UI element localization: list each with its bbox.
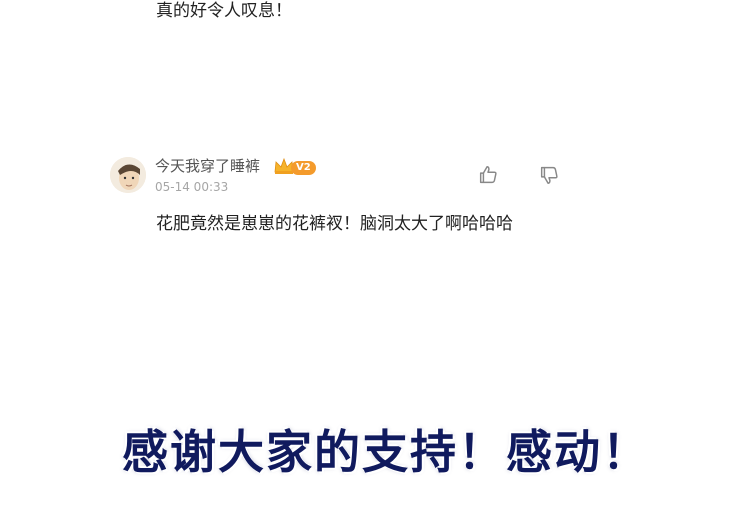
like-button[interactable] <box>477 164 499 186</box>
comment-body-text: 花肥竟然是崽崽的花裤衩！脑洞太大了啊哈哈哈 <box>156 214 513 234</box>
dislike-button[interactable] <box>538 164 560 186</box>
previous-comment-text: 真的好令人叹息！ <box>156 1 292 21</box>
user-avatar[interactable] <box>110 157 146 193</box>
thanks-banner-text: 感谢大家的支持！感动！ <box>122 425 650 479</box>
comment-item: 今天我穿了睡裤 V2 05-14 00:33 <box>110 155 580 200</box>
username[interactable]: 今天我穿了睡裤 <box>155 156 260 176</box>
comment-timestamp: 05-14 00:33 <box>155 180 229 194</box>
thumbs-up-icon <box>479 166 497 184</box>
thumbs-down-icon <box>540 166 558 184</box>
level-badge: V2 <box>291 161 316 175</box>
